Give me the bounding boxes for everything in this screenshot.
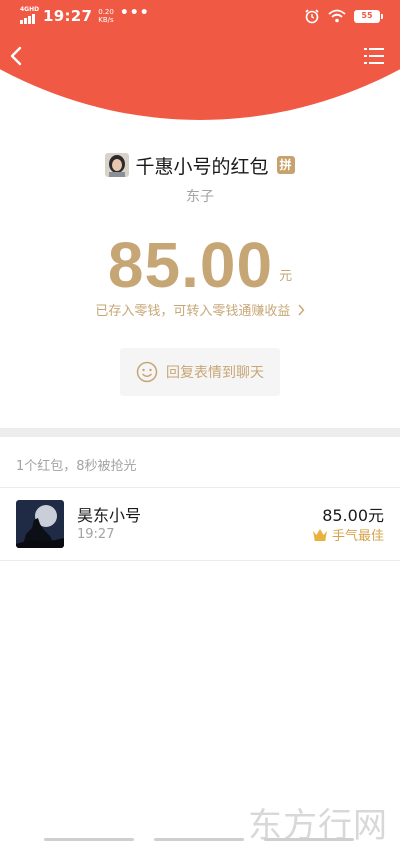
speed-value: 0.20 xyxy=(98,8,114,16)
watermark: 东方行网 xyxy=(248,806,388,843)
smiley-icon xyxy=(136,361,158,383)
best-luck-badge: 手气最佳 xyxy=(312,525,384,544)
status-right: 55 xyxy=(304,8,383,24)
status-bar: 4GHD 19:27 0.20 KB/s ••• 55 xyxy=(0,0,400,34)
nav-indicator xyxy=(154,838,244,841)
nav-indicator xyxy=(44,838,134,841)
status-time: 19:27 xyxy=(43,7,93,25)
wallet-note-text: 已存入零钱，可转入零钱通赚收益 xyxy=(95,304,291,319)
amount-row: 85.00 元 xyxy=(0,224,400,298)
chevron-left-icon xyxy=(10,46,22,66)
sender-avatar xyxy=(105,153,130,177)
network-speed: 0.20 KB/s xyxy=(98,8,114,24)
list-menu-icon xyxy=(364,48,384,64)
receiver-name: 昊东小号 xyxy=(77,506,142,525)
amount-unit: 元 xyxy=(279,269,293,284)
reply-sticker-label: 回复表情到聊天 xyxy=(166,365,264,381)
section-divider xyxy=(0,428,400,437)
network-type: 4GHD xyxy=(20,6,40,13)
best-luck-label: 手气最佳 xyxy=(331,529,384,544)
header: 4GHD 19:27 0.20 KB/s ••• 55 xyxy=(0,0,400,120)
alarm-icon xyxy=(305,9,319,24)
receiver-amount: 85.00元 xyxy=(322,506,384,525)
back-button[interactable] xyxy=(4,42,32,70)
received-amount: 85.00 xyxy=(107,229,274,301)
sender-row: 千惠小号的红包 拼 xyxy=(0,152,400,178)
status-left: 4GHD 19:27 0.20 KB/s ••• xyxy=(20,5,150,25)
system-nav-bar xyxy=(0,838,400,843)
receiver-time: 19:27 xyxy=(77,527,115,542)
signal-icon: 4GHD xyxy=(20,6,40,24)
reply-sticker-button[interactable]: 回复表情到聊天 xyxy=(120,348,280,396)
wallet-note-link[interactable]: 已存入零钱，可转入零钱通赚收益 xyxy=(0,300,400,319)
receiver-avatar xyxy=(16,500,64,548)
sender-title: 千惠小号的红包 xyxy=(135,155,269,178)
speed-unit: KB/s xyxy=(98,16,114,24)
more-menu-button[interactable] xyxy=(362,44,386,68)
list-divider xyxy=(0,560,400,561)
chevron-right-icon xyxy=(298,304,305,316)
packet-summary: 1个红包，8秒被抢光 xyxy=(16,459,137,474)
greeting-text: 东子 xyxy=(186,189,214,205)
crown-icon xyxy=(312,529,327,541)
wifi-icon xyxy=(328,9,346,23)
group-packet-badge: 拼 xyxy=(276,156,295,174)
nav-indicator xyxy=(264,838,354,841)
receiver-list-item[interactable]: 昊东小号 19:27 85.00元 手气最佳 xyxy=(0,488,400,560)
more-notifications-icon: ••• xyxy=(119,5,150,21)
battery-icon: 55 xyxy=(354,9,383,23)
